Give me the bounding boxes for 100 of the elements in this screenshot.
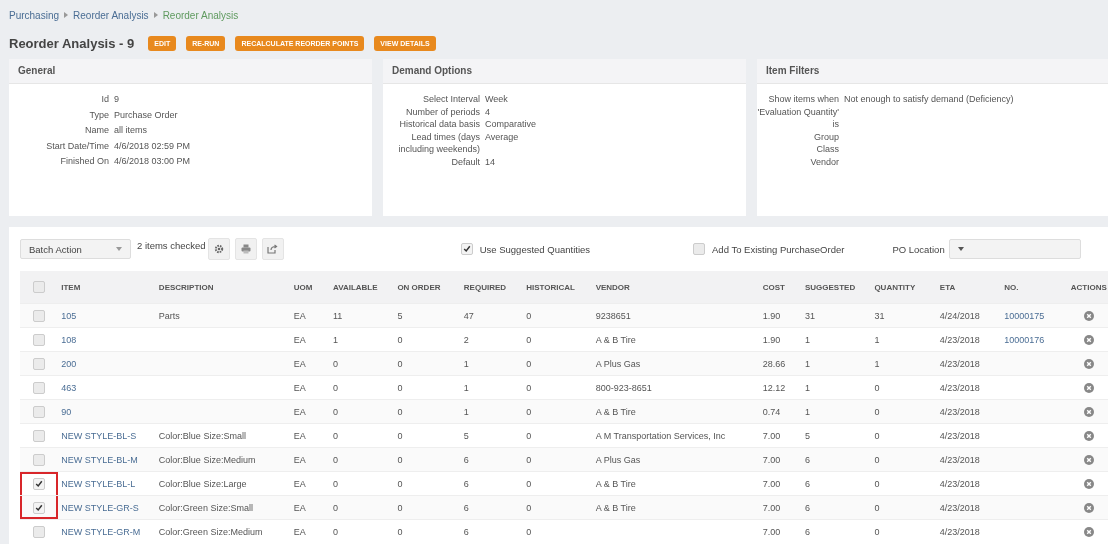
table-link[interactable]: 200	[61, 358, 77, 369]
column-header[interactable]: ITEM	[58, 271, 156, 304]
field-value: Week	[485, 93, 509, 106]
checkbox[interactable]	[33, 281, 46, 293]
field-label: Start Date/Time	[45, 139, 109, 152]
table-link[interactable]: NEW STYLE-GR-M	[61, 526, 141, 537]
table-cell: 9238651	[595, 310, 631, 321]
field-value: Comparative	[485, 118, 538, 131]
row-checkbox[interactable]	[33, 357, 46, 370]
table-cell: Color:Blue Size:Medium	[158, 454, 256, 465]
table-link[interactable]: 10000176	[1004, 334, 1045, 345]
column-header[interactable]: NO.	[1001, 271, 1065, 304]
table-cell: A & B Tire	[595, 406, 636, 417]
table-cell: 1.90	[762, 334, 781, 345]
column-header[interactable]: ACTIONS	[1064, 271, 1108, 304]
table-cell: 4/23/2018	[939, 358, 980, 369]
export-button[interactable]	[261, 238, 284, 260]
table-cell: 6	[804, 478, 810, 489]
column-header[interactable]: ETA	[936, 271, 1002, 304]
table-cell: 0	[526, 502, 532, 513]
table-cell: 6	[804, 526, 810, 537]
table-link[interactable]: 90	[61, 406, 72, 417]
row-checkbox[interactable]	[33, 405, 46, 418]
row-checkbox[interactable]	[33, 525, 46, 538]
remove-icon[interactable]	[1083, 310, 1094, 321]
table-cell: 5	[397, 310, 403, 321]
table-cell: EA	[293, 478, 306, 489]
column-header[interactable]: QUANTITY	[871, 271, 937, 304]
table-cell: 1	[804, 406, 810, 417]
table-cell: 0	[874, 526, 880, 537]
remove-icon[interactable]	[1083, 478, 1094, 489]
column-header[interactable]: COST	[759, 271, 802, 304]
field-label: Default	[450, 155, 480, 168]
remove-icon[interactable]	[1083, 334, 1094, 345]
batch-action-dropdown[interactable]: Batch Action	[20, 239, 131, 259]
table-cell: EA	[293, 310, 306, 321]
field-label: Group	[813, 130, 839, 143]
field-label: Select Interval	[421, 93, 480, 106]
row-checkbox[interactable]	[33, 477, 46, 490]
table-cell: A Plus Gas	[595, 454, 641, 465]
table-link[interactable]: 108	[61, 334, 77, 345]
table-cell: 0	[874, 406, 880, 417]
column-header[interactable]: ON ORDER	[394, 271, 461, 304]
table-cell: 0	[526, 454, 532, 465]
column-header[interactable]: AVAILABLE	[329, 271, 395, 304]
remove-icon[interactable]	[1083, 406, 1094, 417]
field-label: Type	[88, 108, 109, 121]
remove-icon[interactable]	[1083, 382, 1094, 393]
remove-icon[interactable]	[1083, 430, 1094, 441]
table-cell: 6	[463, 478, 469, 489]
row-checkbox[interactable]	[33, 501, 46, 514]
table-link[interactable]: 463	[61, 382, 77, 393]
table-cell: 4/23/2018	[939, 502, 980, 513]
column-header[interactable]: REQUIRED	[460, 271, 524, 304]
breadcrumb-link[interactable]: Reorder Analysis	[73, 9, 149, 21]
table-cell: 0	[526, 430, 532, 441]
row-checkbox[interactable]	[33, 309, 46, 322]
column-header[interactable]: HISTORICAL	[523, 271, 593, 304]
remove-icon[interactable]	[1083, 502, 1094, 513]
remove-icon[interactable]	[1083, 358, 1094, 369]
table-cell: Color:Green Size:Small	[158, 502, 253, 513]
remove-icon[interactable]	[1083, 526, 1094, 537]
checkbox[interactable]	[693, 243, 706, 255]
table-cell: 4/24/2018	[939, 310, 980, 321]
checkbox[interactable]	[460, 243, 473, 255]
field-label: Id	[100, 93, 109, 106]
table-cell: 4/23/2018	[939, 382, 980, 393]
field-label: Finished On	[59, 155, 109, 168]
table-cell: A Plus Gas	[595, 358, 641, 369]
field-value: 4	[485, 105, 491, 118]
table-cell: 0	[332, 526, 338, 537]
table-cell: 1	[874, 358, 880, 369]
table-cell: 0	[397, 478, 403, 489]
table-cell: EA	[293, 526, 306, 537]
table-cell: 0	[526, 382, 532, 393]
breadcrumb-link[interactable]: Reorder Analysis	[162, 9, 239, 21]
table-cell: 31	[874, 310, 885, 321]
print-button[interactable]	[234, 238, 257, 260]
column-header[interactable]: SUGGESTED	[801, 271, 872, 304]
row-checkbox[interactable]	[33, 429, 46, 442]
table-link[interactable]: NEW STYLE-BL-L	[61, 478, 136, 489]
settings-button[interactable]	[207, 238, 230, 260]
table-cell: 6	[463, 502, 469, 513]
table-link[interactable]: 105	[61, 310, 77, 321]
table-cell: 0	[332, 358, 338, 369]
column-header[interactable]: DESCRIPTION	[155, 271, 291, 304]
column-header[interactable]: VENDOR	[592, 271, 760, 304]
row-checkbox[interactable]	[33, 381, 46, 394]
table-cell: 0	[397, 454, 403, 465]
table-cell: 31	[804, 310, 815, 321]
table-cell: 1	[874, 334, 880, 345]
table-cell: 7.00	[762, 502, 781, 513]
table-cell: 6	[804, 502, 810, 513]
column-header[interactable]: UOM	[290, 271, 330, 304]
breadcrumb-link[interactable]: Purchasing	[9, 9, 60, 21]
table-link[interactable]: NEW STYLE-BL-S	[61, 430, 137, 441]
row-checkbox[interactable]	[33, 333, 46, 346]
row-checkbox[interactable]	[33, 453, 46, 466]
table-cell: 0	[332, 454, 338, 465]
remove-icon[interactable]	[1083, 454, 1094, 465]
